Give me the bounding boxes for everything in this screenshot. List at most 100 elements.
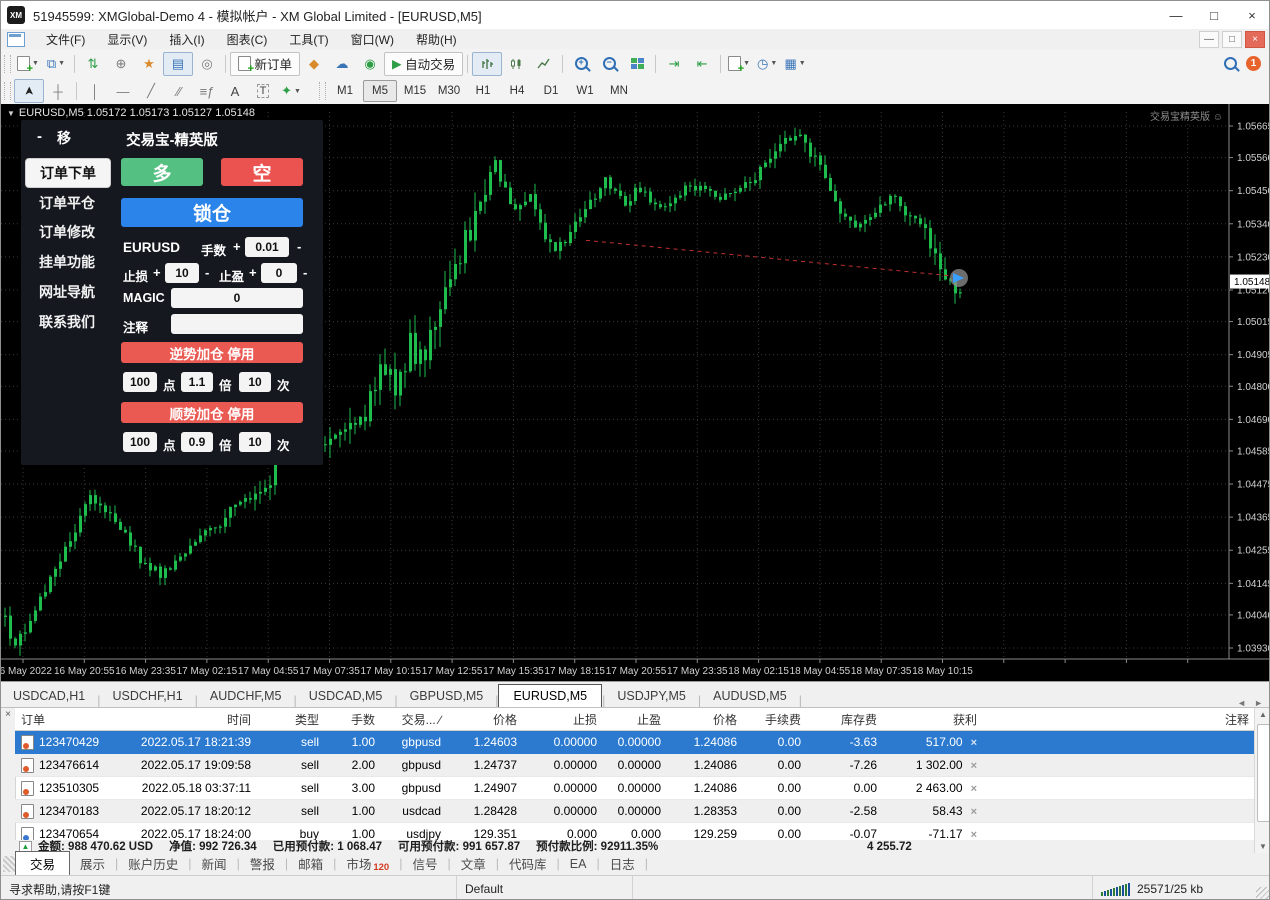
timeframe-D1[interactable]: D1 <box>535 81 567 101</box>
text-label-tool[interactable]: T <box>249 80 277 102</box>
strategy-tester-button[interactable]: ◎ <box>193 53 221 75</box>
chart-tab-USDCHF-H1[interactable]: USDCHF,H1 <box>101 685 195 708</box>
bottom-tab-警报[interactable]: 警报 <box>240 852 285 875</box>
profiles-button[interactable]: ⧉ ▼ <box>42 53 70 75</box>
zoom-in-button[interactable]: + <box>567 53 595 75</box>
text-tool[interactable]: A <box>221 80 249 102</box>
scroll-thumb[interactable] <box>1257 724 1269 822</box>
chart-tab-USDCAD-M5[interactable]: USDCAD,M5 <box>297 685 395 708</box>
bottom-tab-日志[interactable]: 日志 <box>600 852 645 875</box>
auto-trading-button[interactable]: ▶ 自动交易 <box>384 51 464 76</box>
close-position-button[interactable]: × <box>971 737 977 749</box>
magic-input[interactable]: 0 <box>171 288 303 308</box>
status-profile[interactable]: Default <box>457 876 633 899</box>
indicators-button[interactable]: ▼ <box>725 53 753 75</box>
lots-plus-button[interactable]: + <box>233 239 241 254</box>
sl-input[interactable]: 10 <box>165 263 199 283</box>
timeframes-grip[interactable] <box>319 82 326 100</box>
table-row[interactable]: 123470429 2022.05.17 18:21:39 sell 1.00 gbpu… <box>15 731 1255 754</box>
panel-menu-3[interactable]: 挂单功能 <box>25 248 109 276</box>
trendline-tool[interactable]: ╱ <box>137 80 165 102</box>
toolbar-grip[interactable] <box>4 54 11 73</box>
new-chart-button[interactable]: ▼ <box>14 53 42 75</box>
tabbar-grip[interactable] <box>3 855 15 872</box>
col-header-2[interactable]: 类型 <box>257 711 325 728</box>
wt-mult-input[interactable]: 0.9 <box>181 432 213 452</box>
timeframe-H4[interactable]: H4 <box>501 81 533 101</box>
chart-tab-USDJPY-M5[interactable]: USDJPY,M5 <box>605 685 698 708</box>
counter-trend-button[interactable]: 逆势加仓 停用 <box>121 342 303 363</box>
timeframe-H1[interactable]: H1 <box>467 81 499 101</box>
chart-shift-button[interactable]: ⇤ <box>688 53 716 75</box>
bottom-tab-邮箱[interactable]: 邮箱 <box>288 852 333 875</box>
new-order-button[interactable]: 新订单 <box>230 51 300 76</box>
zoom-out-button[interactable]: − <box>595 53 623 75</box>
col-header-11[interactable]: 获利 <box>883 711 983 728</box>
metaeditor-button[interactable]: ◆ <box>300 53 328 75</box>
col-header-6[interactable]: 止损 <box>523 711 603 728</box>
bottom-tab-市场[interactable]: 市场 120 <box>336 852 399 875</box>
col-header-0[interactable]: 订单 <box>15 711 117 728</box>
timeframe-MN[interactable]: MN <box>603 81 635 101</box>
chart-tab-GBPUSD-M5[interactable]: GBPUSD,M5 <box>398 685 496 708</box>
col-header-10[interactable]: 库存费 <box>807 711 883 728</box>
wt-points-input[interactable]: 100 <box>123 432 157 452</box>
menu-item-6[interactable]: 帮助(H) <box>405 29 468 50</box>
comment-input[interactable] <box>171 314 303 334</box>
timeframe-M5[interactable]: M5 <box>363 80 397 102</box>
publisher-button[interactable]: ☁ <box>328 53 356 75</box>
tp-minus-button[interactable]: - <box>303 265 307 280</box>
arrows-tool[interactable]: ✦ ▼ <box>277 80 305 102</box>
timeframe-M30[interactable]: M30 <box>433 81 465 101</box>
collapse-icon[interactable]: ▼ <box>7 109 15 118</box>
minimize-button[interactable]: — <box>1157 2 1195 28</box>
lots-input[interactable]: 0.01 <box>245 237 289 257</box>
buy-button[interactable]: 多 <box>121 158 203 186</box>
symbols-button[interactable]: ⇅ <box>79 53 107 75</box>
table-row[interactable]: 123476614 2022.05.17 19:09:58 sell 2.00 gbpu… <box>15 754 1255 777</box>
lock-button[interactable]: 锁仓 <box>121 198 303 227</box>
sl-plus-button[interactable]: + <box>153 265 161 280</box>
fibonacci-tool[interactable]: ≡ƒ <box>193 80 221 102</box>
bottom-tab-文章[interactable]: 文章 <box>451 852 496 875</box>
search-button[interactable] <box>1216 53 1244 75</box>
bottom-tab-信号[interactable]: 信号 <box>402 852 447 875</box>
menu-item-3[interactable]: 图表(C) <box>216 29 279 50</box>
horizontal-line-tool[interactable]: — <box>109 80 137 102</box>
with-trend-button[interactable]: 顺势加仓 停用 <box>121 402 303 423</box>
wt-times-input[interactable]: 10 <box>239 432 271 452</box>
resize-grip[interactable] <box>1256 887 1269 899</box>
ct-mult-input[interactable]: 1.1 <box>181 372 213 392</box>
scroll-up-icon[interactable]: ▲ <box>1255 708 1269 722</box>
navigator-button[interactable]: ★ <box>135 53 163 75</box>
chart-restore-button[interactable]: □ <box>1222 30 1242 48</box>
chart-symbol-line[interactable]: ▼ EURUSD,M5 1.05172 1.05173 1.05127 1.051… <box>7 107 255 119</box>
bottom-tab-交易[interactable]: 交易 <box>15 851 71 876</box>
bottom-tab-代码库[interactable]: 代码库 <box>499 852 557 875</box>
chart-tab-USDCAD-H1[interactable]: USDCAD,H1 <box>1 685 97 708</box>
bottom-tab-新闻[interactable]: 新闻 <box>192 852 237 875</box>
toolbar-grip2[interactable] <box>4 82 11 100</box>
line-chart-type-button[interactable] <box>530 53 558 75</box>
col-header-1[interactable]: 时间 <box>117 711 257 728</box>
tp-input[interactable]: 0 <box>261 263 297 283</box>
col-header-7[interactable]: 止盈 <box>603 711 667 728</box>
menu-item-1[interactable]: 显示(V) <box>96 29 158 50</box>
menu-item-4[interactable]: 工具(T) <box>278 29 339 50</box>
tp-plus-button[interactable]: + <box>249 265 257 280</box>
timeframe-M15[interactable]: M15 <box>399 81 431 101</box>
market-watch-toggle[interactable]: ▤ <box>163 51 193 76</box>
col-header-9[interactable]: 手续费 <box>743 711 807 728</box>
panel-menu-1[interactable]: 订单平仓 <box>25 189 109 217</box>
broadcast-button[interactable]: ◉ <box>356 53 384 75</box>
panel-menu-0[interactable]: 订单下单 <box>25 158 111 188</box>
menu-item-5[interactable]: 窗口(W) <box>340 29 405 50</box>
chart-tab-AUDUSD-M5[interactable]: AUDUSD,M5 <box>701 685 799 708</box>
panel-menu-5[interactable]: 联系我们 <box>25 308 109 336</box>
lots-minus-button[interactable]: - <box>297 239 301 254</box>
templates-button[interactable]: ▦ ▼ <box>781 53 809 75</box>
bottom-tab-账户历史[interactable]: 账户历史 <box>118 852 188 875</box>
menu-item-2[interactable]: 插入(I) <box>158 29 215 50</box>
chart-tab-AUDCHF-M5[interactable]: AUDCHF,M5 <box>198 685 294 708</box>
col-header-12[interactable]: 注释 <box>983 711 1255 728</box>
